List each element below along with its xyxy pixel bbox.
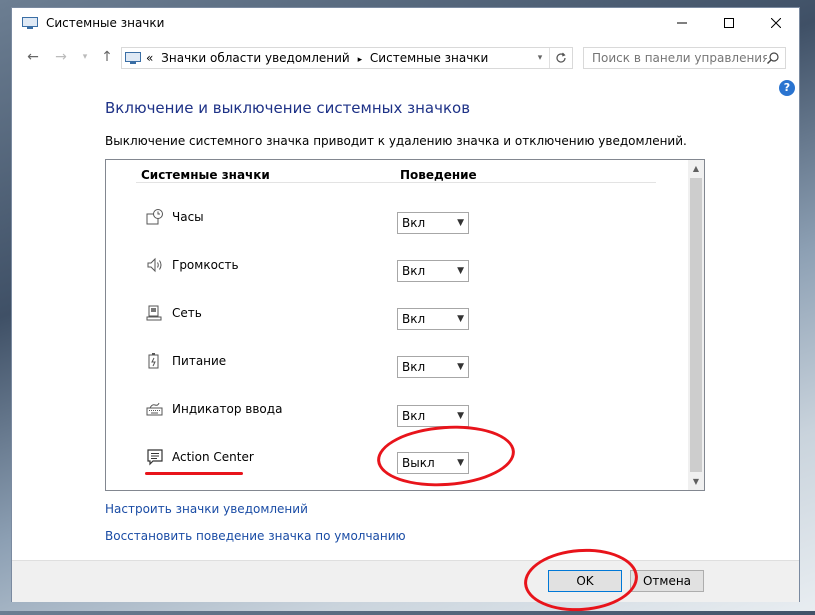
- close-icon: [771, 18, 781, 28]
- back-button[interactable]: ←: [24, 48, 42, 66]
- row-label-action-center: Action Center: [172, 450, 254, 464]
- action-center-icon: [147, 449, 163, 466]
- recent-pages-button[interactable]: ▾: [76, 48, 94, 66]
- chevron-down-icon: ▼: [692, 477, 700, 486]
- chevron-down-icon: ▼: [457, 314, 464, 324]
- column-header-behavior: Поведение: [400, 168, 477, 182]
- network-icon: [146, 305, 162, 321]
- vertical-scrollbar[interactable]: ▲ ▼: [688, 160, 704, 490]
- page-title: Включение и выключение системных значков: [105, 99, 471, 117]
- breadcrumb-item-notification-icons[interactable]: Значки области уведомлений: [161, 51, 350, 65]
- behavior-select-power[interactable]: Вкл ▼: [397, 356, 469, 378]
- window-title: Системные значки: [46, 16, 165, 30]
- arrow-right-icon: →: [55, 49, 67, 65]
- restore-default-behavior-link[interactable]: Восстановить поведение значка по умолчан…: [105, 529, 406, 543]
- minimize-button[interactable]: [659, 8, 705, 38]
- column-header-icons: Системные значки: [141, 168, 270, 182]
- chevron-down-icon: ▾: [82, 52, 88, 62]
- refresh-button[interactable]: [549, 48, 572, 68]
- scroll-thumb[interactable]: [690, 178, 702, 472]
- maximize-button[interactable]: [706, 8, 752, 38]
- cancel-button[interactable]: Отмена: [630, 570, 704, 592]
- search-box[interactable]: [583, 47, 786, 69]
- chevron-down-icon: ▼: [457, 362, 464, 372]
- navigation-bar: ← → ▾ ↑ « Значки области уведомлений ▸ С…: [12, 38, 799, 76]
- clock-icon: [146, 209, 163, 225]
- maximize-icon: [724, 18, 734, 28]
- refresh-icon: [556, 52, 566, 63]
- volume-icon: [147, 257, 162, 273]
- customize-notification-icons-link[interactable]: Настроить значки уведомлений: [105, 502, 308, 516]
- annotation-circle-ok: [521, 545, 641, 615]
- behavior-select-clock[interactable]: Вкл ▼: [397, 212, 469, 234]
- chevron-up-icon: ▲: [692, 164, 700, 173]
- row-label-network: Сеть: [172, 306, 202, 320]
- search-input[interactable]: [584, 48, 775, 68]
- breadcrumb-overflow[interactable]: «: [146, 51, 153, 65]
- breadcrumb-item-system-icons[interactable]: Системные значки: [370, 51, 488, 65]
- behavior-select-network[interactable]: Вкл ▼: [397, 308, 469, 330]
- chevron-down-icon: ▾: [537, 53, 543, 63]
- address-history-button[interactable]: ▾: [532, 48, 548, 68]
- breadcrumb-separator-icon: ▸: [357, 55, 363, 65]
- row-label-volume: Громкость: [172, 258, 239, 272]
- annotation-underline: [145, 472, 243, 475]
- row-label-power: Питание: [172, 354, 227, 368]
- scroll-up-button[interactable]: ▲: [688, 160, 704, 177]
- power-icon: [148, 353, 159, 369]
- minimize-icon: [677, 22, 687, 24]
- page-description: Выключение системного значка приводит к …: [105, 134, 687, 148]
- header-divider: [136, 182, 656, 183]
- search-icon: [767, 52, 779, 64]
- title-bar: Системные значки: [12, 8, 799, 38]
- up-button[interactable]: ↑: [98, 48, 116, 66]
- control-panel-icon: [22, 17, 38, 29]
- chevron-down-icon: ▼: [457, 266, 464, 276]
- behavior-select-volume[interactable]: Вкл ▼: [397, 260, 469, 282]
- scroll-down-button[interactable]: ▼: [688, 473, 704, 490]
- help-button[interactable]: ?: [779, 80, 795, 96]
- forward-button[interactable]: →: [52, 48, 70, 66]
- arrow-up-icon: ↑: [101, 49, 113, 65]
- keyboard-icon: [146, 402, 163, 416]
- chevron-down-icon: ▼: [457, 218, 464, 228]
- behavior-select-input-indicator[interactable]: Вкл ▼: [397, 405, 469, 427]
- breadcrumb: « Значки области уведомлений ▸ Системные…: [146, 51, 492, 65]
- dialog-window: Системные значки ← → ▾ ↑ « Значки област…: [11, 7, 800, 615]
- arrow-left-icon: ←: [27, 49, 39, 65]
- close-button[interactable]: [753, 8, 799, 38]
- row-label-clock: Часы: [172, 210, 204, 224]
- row-label-input-indicator: Индикатор ввода: [172, 402, 283, 416]
- address-bar[interactable]: « Значки области уведомлений ▸ Системные…: [121, 47, 573, 69]
- chevron-down-icon: ▼: [457, 411, 464, 421]
- control-panel-icon: [125, 52, 141, 64]
- dialog-footer: OK Отмена: [12, 560, 799, 602]
